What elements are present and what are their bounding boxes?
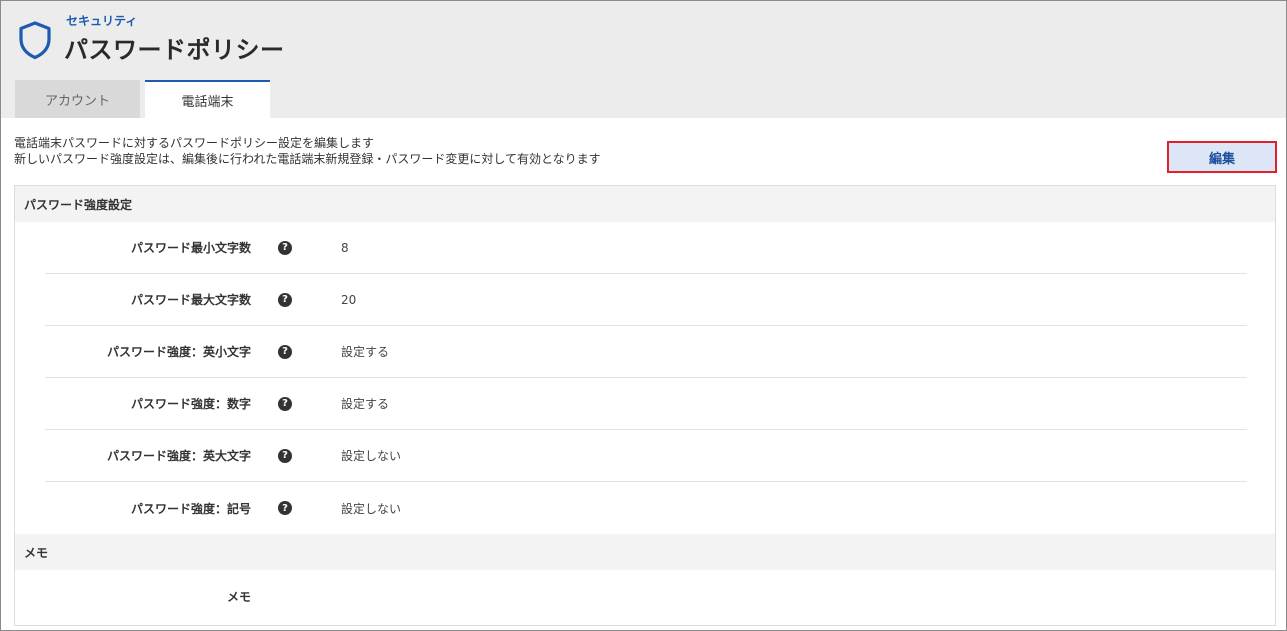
window-frame: セキュリティ パスワードポリシー アカウント 電話端末 電話端末パスワードに対す… <box>0 0 1287 631</box>
question-circle-icon[interactable]: ? <box>278 292 292 307</box>
setting-value: 8 <box>341 240 349 255</box>
section-header-memo: メモ <box>15 534 1275 570</box>
setting-row-memo: メモ <box>45 570 1247 622</box>
description-line: 新しいパスワード強度設定は、編集後に行われた電話端末新規登録・パスワード変更に対… <box>14 152 601 166</box>
setting-label: パスワード強度：英大文字 <box>106 449 251 463</box>
setting-row-symbols: パスワード強度：記号 ? 設定しない <box>45 482 1247 534</box>
tab-label: 電話端末 <box>181 95 234 110</box>
setting-label: パスワード強度：記号 <box>130 501 251 516</box>
page-header: セキュリティ パスワードポリシー アカウント 電話端末 <box>1 1 1286 119</box>
question-circle-icon[interactable]: ? <box>278 448 292 463</box>
setting-value: 設定する <box>341 397 390 411</box>
setting-row-uppercase: パスワード強度：英大文字 ? 設定しない <box>45 430 1247 482</box>
question-circle-icon[interactable]: ? <box>278 396 292 411</box>
page-category: セキュリティ <box>66 14 138 28</box>
tab-account[interactable]: アカウント <box>15 80 140 118</box>
section-title: パスワード強度設定 <box>24 197 133 212</box>
setting-row-lowercase: パスワード強度：英小文字 ? 設定する <box>45 326 1247 378</box>
setting-row-digits: パスワード強度：数字 ? 設定する <box>45 378 1247 430</box>
setting-label: パスワード最小文字数 <box>130 241 251 255</box>
question-circle-icon[interactable]: ? <box>278 344 292 359</box>
shield-icon <box>19 21 51 60</box>
setting-label: メモ <box>226 589 251 604</box>
setting-label: パスワード最大文字数 <box>130 293 251 307</box>
tab-phone-device[interactable]: 電話端末 <box>145 80 270 119</box>
setting-row-min-length: パスワード最小文字数 ? 8 <box>45 222 1247 274</box>
setting-label: パスワード強度：英小文字 <box>106 345 251 359</box>
page-description: 電話端末パスワードに対するパスワードポリシー設定を編集します 新しいパスワード強… <box>14 135 601 167</box>
setting-label: パスワード強度：数字 <box>130 397 251 411</box>
section-title: メモ <box>24 545 49 560</box>
page-title: パスワードポリシー <box>64 36 285 64</box>
setting-row-max-length: パスワード最大文字数 ? 20 <box>45 274 1247 326</box>
setting-value: 設定しない <box>341 449 402 463</box>
question-circle-icon[interactable]: ? <box>278 501 292 515</box>
question-circle-icon[interactable]: ? <box>278 240 292 255</box>
description-line: 電話端末パスワードに対するパスワードポリシー設定を編集します <box>14 136 375 150</box>
tab-label: アカウント <box>44 93 110 109</box>
setting-value: 20 <box>341 292 357 307</box>
settings-panel: パスワード強度設定 パスワード最小文字数 ? 8 パスワード最大文字数 ? 20… <box>14 185 1276 626</box>
section-header-password-strength: パスワード強度設定 <box>15 186 1275 222</box>
edit-button[interactable]: 編集 <box>1167 141 1277 173</box>
setting-value: 設定しない <box>341 501 402 516</box>
setting-value: 設定する <box>341 345 390 359</box>
